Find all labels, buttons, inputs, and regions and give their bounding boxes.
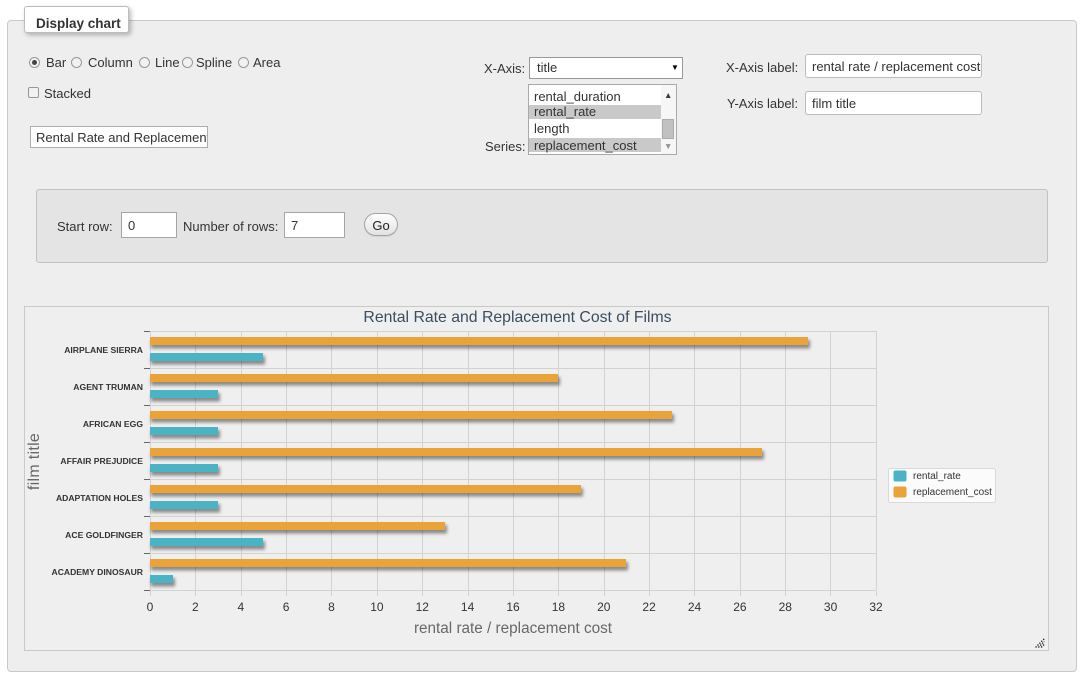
svg-text:22: 22 (642, 600, 656, 614)
svg-text:12: 12 (416, 600, 430, 614)
svg-text:AGENT TRUMAN: AGENT TRUMAN (73, 382, 143, 392)
svg-text:ACE GOLDFINGER: ACE GOLDFINGER (65, 530, 144, 540)
svg-text:24: 24 (688, 600, 702, 614)
svg-text:4: 4 (237, 600, 244, 614)
svg-text:ACADEMY DINOSAUR: ACADEMY DINOSAUR (51, 567, 143, 577)
svg-text:2: 2 (192, 600, 199, 614)
svg-text:16: 16 (506, 600, 520, 614)
svg-text:Rental Rate and Replacement Co: Rental Rate and Replacement Cost of Film… (363, 309, 671, 326)
svg-text:14: 14 (461, 600, 475, 614)
svg-text:26: 26 (733, 600, 747, 614)
svg-text:20: 20 (597, 600, 611, 614)
svg-text:18: 18 (552, 600, 566, 614)
svg-text:AIRPLANE SIERRA: AIRPLANE SIERRA (64, 345, 143, 355)
svg-text:28: 28 (779, 600, 793, 614)
svg-text:8: 8 (328, 600, 335, 614)
svg-text:10: 10 (370, 600, 384, 614)
svg-text:film title: film title (26, 433, 43, 490)
svg-text:0: 0 (147, 600, 154, 614)
svg-text:ADAPTATION HOLES: ADAPTATION HOLES (56, 493, 143, 503)
svg-text:6: 6 (283, 600, 290, 614)
svg-text:AFRICAN EGG: AFRICAN EGG (83, 419, 143, 429)
svg-text:rental_rate: rental_rate (913, 471, 961, 482)
svg-text:30: 30 (824, 600, 838, 614)
svg-text:AFFAIR PREJUDICE: AFFAIR PREJUDICE (60, 456, 143, 466)
svg-text:32: 32 (869, 600, 883, 614)
svg-text:rental rate / replacement cost: rental rate / replacement cost (414, 620, 613, 637)
svg-text:replacement_cost: replacement_cost (913, 487, 992, 498)
